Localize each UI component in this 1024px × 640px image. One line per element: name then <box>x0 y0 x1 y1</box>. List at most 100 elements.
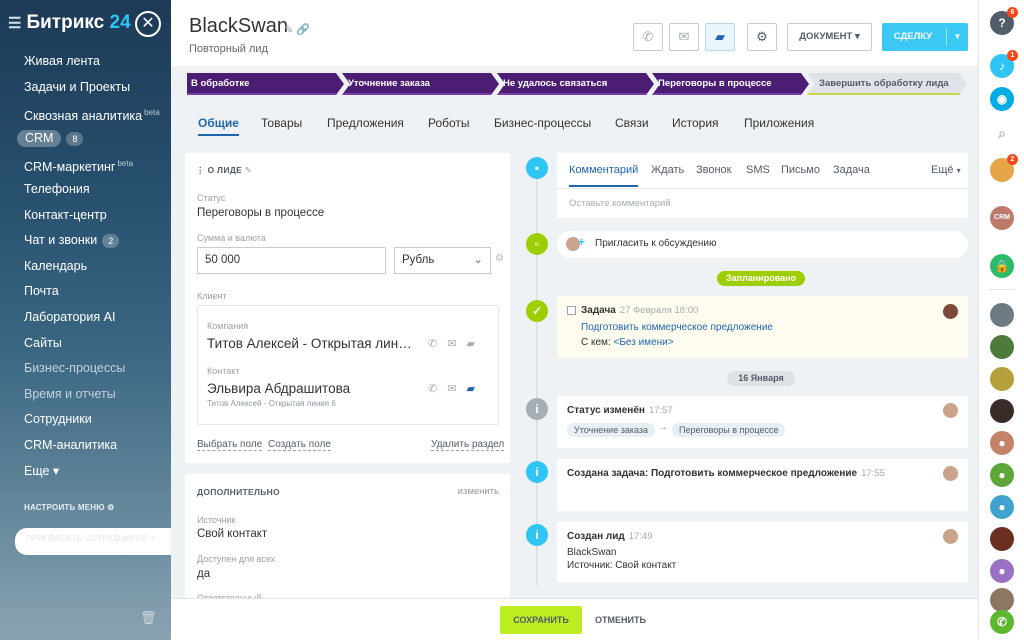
menu-item-tasks[interactable]: Задачи и Проекты <box>0 75 171 101</box>
menu-item-sites[interactable]: Сайты <box>0 331 171 357</box>
delete-section-link[interactable]: Удалить раздел <box>431 439 505 451</box>
tab-links[interactable]: Связи <box>615 116 649 130</box>
avatar[interactable] <box>990 399 1014 423</box>
chat-icon[interactable]: ▰ <box>466 338 484 350</box>
avatar[interactable] <box>990 588 1014 612</box>
avatar[interactable] <box>990 527 1014 551</box>
main-area: BlackSwan ✎ 🔗 Повторный лид ✆ ✉ ▰ ⚙ ДОКУ… <box>171 0 978 640</box>
call-button[interactable]: ✆ <box>633 23 663 51</box>
composer-tab-wait[interactable]: Ждать <box>651 164 684 176</box>
stage-clarification[interactable]: Уточнение заказа <box>342 73 499 95</box>
cancel-button[interactable]: ОТМЕНИТЬ <box>595 606 646 634</box>
menu-item-analytics[interactable]: Сквозная аналитика beta <box>0 100 171 126</box>
edit-pencil-icon[interactable]: ✎ <box>245 165 252 175</box>
create-field-link[interactable]: Создать поле <box>268 439 331 451</box>
avatar[interactable]: ● <box>990 431 1014 455</box>
menu-item-ai-lab[interactable]: Лаборатория AI <box>0 305 171 331</box>
help-icon[interactable]: ? 6 <box>990 7 1018 35</box>
tab-bizproc[interactable]: Бизнес-процессы <box>494 116 591 130</box>
drag-handle-icon[interactable]: ⋮ <box>196 165 205 175</box>
chat-icon[interactable]: ◉ <box>990 87 1014 111</box>
stage-finish[interactable]: Завершить обработку лида <box>807 73 967 95</box>
menu-item-more[interactable]: Еще ▾ <box>0 459 171 485</box>
company-name[interactable]: Титов Алексей - Открытая линия 6 <box>207 336 417 351</box>
menu-item-chat[interactable]: Чат и звонки 2 <box>0 228 171 254</box>
menu-item-calendar[interactable]: Календарь <box>0 254 171 280</box>
setup-menu-button[interactable]: НАСТРОИТЬ МЕНЮ ⚙ <box>24 503 115 512</box>
stage-failed-contact[interactable]: Не удалось связаться <box>497 73 654 95</box>
menu-item-crm-analytics[interactable]: CRM-аналитика <box>0 433 171 459</box>
left-sidebar: ☰ Битрикс 24 ✕ Живая лента Задачи и Проек… <box>0 0 171 640</box>
menu-item-time-reports[interactable]: Время и отчеты <box>0 382 171 408</box>
phone-icon[interactable]: ✆ <box>428 338 447 350</box>
composer-tab-email[interactable]: Письмо <box>781 164 820 176</box>
composer-tab-task[interactable]: Задача <box>833 164 870 176</box>
invite-to-discussion[interactable]: + Пригласить к обсуждению <box>557 231 968 258</box>
arrow-right-icon: → <box>658 422 668 433</box>
envelope-icon[interactable]: ✉ <box>447 338 466 350</box>
menu-item-feed[interactable]: Живая лента <box>0 49 171 75</box>
composer-tab-sms[interactable]: SMS <box>746 164 770 176</box>
settings-button[interactable]: ⚙ <box>747 23 777 51</box>
stage-in-progress[interactable]: В обработке <box>187 73 344 95</box>
search-icon[interactable]: ⌕ <box>990 121 1014 145</box>
stage-negotiation[interactable]: Переговоры в процессе <box>652 73 809 95</box>
invite-employees-button[interactable]: ПРИГЛАСИТЬ СОТРУДНИКОВ + <box>15 528 171 555</box>
composer-tab-call[interactable]: Звонок <box>696 164 732 176</box>
avatar[interactable] <box>990 303 1014 327</box>
avatar[interactable]: ● <box>990 495 1014 519</box>
document-button[interactable]: ДОКУМЕНТ ▾ <box>787 23 872 51</box>
phone-icon[interactable]: ✆ <box>428 383 447 395</box>
chat-icon[interactable]: ▰ <box>466 383 484 395</box>
menu-item-bizproc[interactable]: Бизнес-процессы <box>0 356 171 382</box>
menu-item-crm-marketing[interactable]: CRM-маркетинг beta <box>0 151 171 177</box>
tab-products[interactable]: Товары <box>261 116 302 130</box>
menu-item-employees[interactable]: Сотрудники <box>0 407 171 433</box>
edit-pencil-icon[interactable]: ✎ <box>284 24 293 36</box>
comment-input[interactable]: Оставьте комментарий <box>569 198 671 209</box>
bell-icon[interactable]: ♪ 1 <box>990 50 1018 78</box>
task-checkbox[interactable] <box>567 306 576 315</box>
select-field-link[interactable]: Выбрать поле <box>197 439 263 451</box>
tab-robots[interactable]: Роботы <box>428 116 470 130</box>
crm-icon[interactable]: CRM <box>990 206 1014 230</box>
chat-button[interactable]: ▰ <box>705 23 735 51</box>
tab-offers[interactable]: Предложения <box>327 116 404 130</box>
close-menu-button[interactable]: ✕ <box>135 11 161 37</box>
avatar[interactable]: 2 <box>990 154 1018 182</box>
trash-icon[interactable]: 🗑 <box>140 610 157 626</box>
beta-badge: beta <box>144 108 160 118</box>
contact-name[interactable]: Эльвира Абдрашитова <box>207 381 350 396</box>
currency-select[interactable]: Рубль ⌄ <box>394 247 491 274</box>
tab-apps[interactable]: Приложения <box>744 116 814 130</box>
envelope-icon[interactable]: ✉ <box>447 383 466 395</box>
lock-icon[interactable]: 🔒 <box>990 254 1014 278</box>
email-button[interactable]: ✉ <box>669 23 699 51</box>
source-label: Источник <box>197 515 236 525</box>
task-link[interactable]: Подготовить коммерческое предложение <box>581 322 773 333</box>
chevron-down-icon[interactable]: ▼ <box>946 28 968 46</box>
save-button[interactable]: СОХРАНИТЬ <box>500 606 582 634</box>
gear-icon[interactable]: ⚙ <box>495 253 504 264</box>
tab-history[interactable]: История <box>672 116 719 130</box>
avatar[interactable] <box>990 367 1014 391</box>
hamburger-icon[interactable]: ☰ <box>8 15 21 32</box>
avatar[interactable]: ● <box>990 463 1014 487</box>
status-tag: Переговоры в процессе <box>672 423 786 437</box>
menu-item-crm[interactable]: CRM 8 <box>0 126 171 152</box>
composer-more[interactable]: Ещё ▾ <box>931 164 961 176</box>
avatar[interactable]: ● <box>990 559 1014 583</box>
avatar[interactable] <box>990 335 1014 359</box>
logo[interactable]: ☰ Битрикс 24 <box>8 12 131 34</box>
menu-item-contact-center[interactable]: Контакт-центр <box>0 203 171 229</box>
composer-tab-comment[interactable]: Комментарий <box>569 164 639 187</box>
sum-input[interactable]: 50 000 <box>197 247 386 274</box>
create-deal-button[interactable]: СДЕЛКУ ▼ <box>882 23 968 51</box>
link-icon[interactable]: 🔗 <box>296 24 310 36</box>
menu-item-telephony[interactable]: Телефония <box>0 177 171 203</box>
edit-link[interactable]: изменить <box>458 486 499 497</box>
tab-general[interactable]: Общие <box>198 116 239 136</box>
phone-icon[interactable]: ✆ <box>990 610 1014 634</box>
menu-item-mail[interactable]: Почта <box>0 279 171 305</box>
task-contact-link[interactable]: <Без имени> <box>613 337 673 348</box>
